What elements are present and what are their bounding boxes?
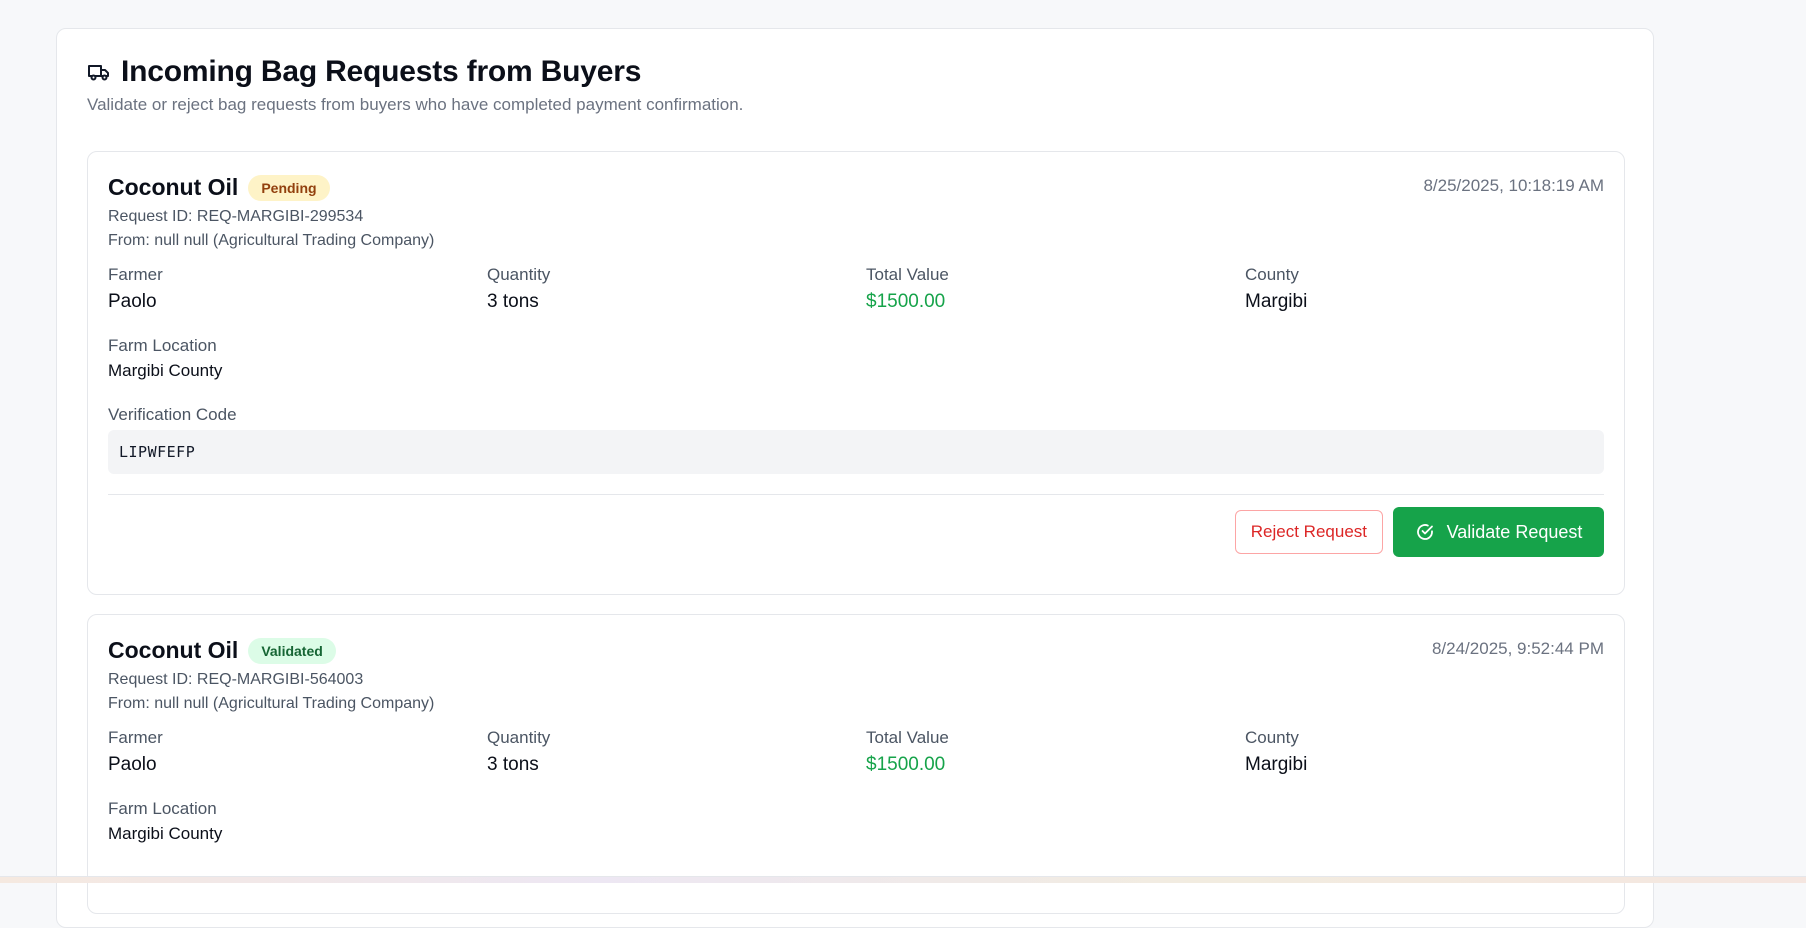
verification-code-field: Verification Code LIPWFEFP <box>108 405 1604 474</box>
quantity-field: Quantity 3 tons <box>487 265 866 313</box>
header-title-row: Incoming Bag Requests from Buyers <box>87 55 743 89</box>
farmer-label: Farmer <box>108 728 163 747</box>
validate-request-button[interactable]: Validate Request <box>1393 507 1604 557</box>
request-from: From: null null (Agricultural Trading Co… <box>108 695 435 712</box>
truck-icon <box>87 62 111 82</box>
request-timestamp: 8/25/2025, 10:18:19 AM <box>1423 176 1604 195</box>
county-value: Margibi <box>1245 291 1308 312</box>
request-from: From: null null (Agricultural Trading Co… <box>108 232 435 249</box>
status-badge: Validated <box>248 637 336 664</box>
request-card: Coconut Oil Pending 8/25/2025, 10:18:19 … <box>87 151 1625 595</box>
bag-requests-panel: Incoming Bag Requests from Buyers Valida… <box>56 28 1654 928</box>
status-badge: Pending <box>248 174 330 201</box>
county-field: County Margibi <box>1245 265 1604 313</box>
page-subtitle: Validate or reject bag requests from buy… <box>87 95 744 114</box>
product-name: Coconut Oil <box>108 174 239 200</box>
farmer-value: Paolo <box>108 754 157 775</box>
total-value-field: Total Value $1500.00 <box>866 728 1245 776</box>
farmer-value: Paolo <box>108 291 157 312</box>
quantity-field: Quantity 3 tons <box>487 728 866 776</box>
farmer-field: Farmer Paolo <box>108 728 487 776</box>
county-value: Margibi <box>1245 754 1308 775</box>
quantity-value: 3 tons <box>487 291 539 312</box>
request-details-grid: Farmer Paolo Quantity 3 tons Total Value… <box>108 728 1604 776</box>
request-id: Request ID: REQ-MARGIBI-564003 <box>108 671 364 688</box>
card-divider <box>108 494 1604 495</box>
reject-request-button[interactable]: Reject Request <box>1234 510 1383 554</box>
request-title-row: Coconut Oil Validated <box>108 637 1604 664</box>
validate-request-label: Validate Request <box>1446 521 1583 542</box>
farm-location-value: Margibi County <box>108 361 223 380</box>
page-title: Incoming Bag Requests from Buyers <box>121 55 642 88</box>
request-id: Request ID: REQ-MARGIBI-299534 <box>108 208 364 225</box>
total-value-field: Total Value $1500.00 <box>866 265 1245 313</box>
request-title-row: Coconut Oil Pending <box>108 174 1604 201</box>
total-value-label: Total Value <box>866 265 949 284</box>
verification-code-value[interactable]: LIPWFEFP <box>108 430 1604 474</box>
request-actions: Reject Request Validate Request <box>108 507 1604 557</box>
farm-location-field: Farm Location Margibi County <box>108 799 1604 844</box>
total-value-amount: $1500.00 <box>866 291 946 312</box>
quantity-label: Quantity <box>487 728 551 747</box>
request-timestamp: 8/24/2025, 9:52:44 PM <box>1431 639 1604 658</box>
total-value-label: Total Value <box>866 728 949 747</box>
farm-location-label: Farm Location <box>108 336 217 355</box>
request-details-grid: Farmer Paolo Quantity 3 tons Total Value… <box>108 265 1604 313</box>
county-label: County <box>1245 728 1299 747</box>
verification-code-label: Verification Code <box>108 405 237 424</box>
panel-header: Incoming Bag Requests from Buyers Valida… <box>87 55 743 115</box>
county-field: County Margibi <box>1245 728 1604 776</box>
quantity-value: 3 tons <box>487 754 539 775</box>
request-card: Coconut Oil Validated 8/24/2025, 9:52:44… <box>87 614 1625 914</box>
farm-location-value: Margibi County <box>108 824 223 843</box>
farm-location-label: Farm Location <box>108 799 217 818</box>
farmer-field: Farmer Paolo <box>108 265 487 313</box>
county-label: County <box>1245 265 1299 284</box>
farmer-label: Farmer <box>108 265 163 284</box>
product-name: Coconut Oil <box>108 637 239 663</box>
farm-location-field: Farm Location Margibi County <box>108 336 1604 381</box>
check-circle-icon <box>1415 522 1435 542</box>
quantity-label: Quantity <box>487 265 551 284</box>
total-value-amount: $1500.00 <box>866 754 946 775</box>
